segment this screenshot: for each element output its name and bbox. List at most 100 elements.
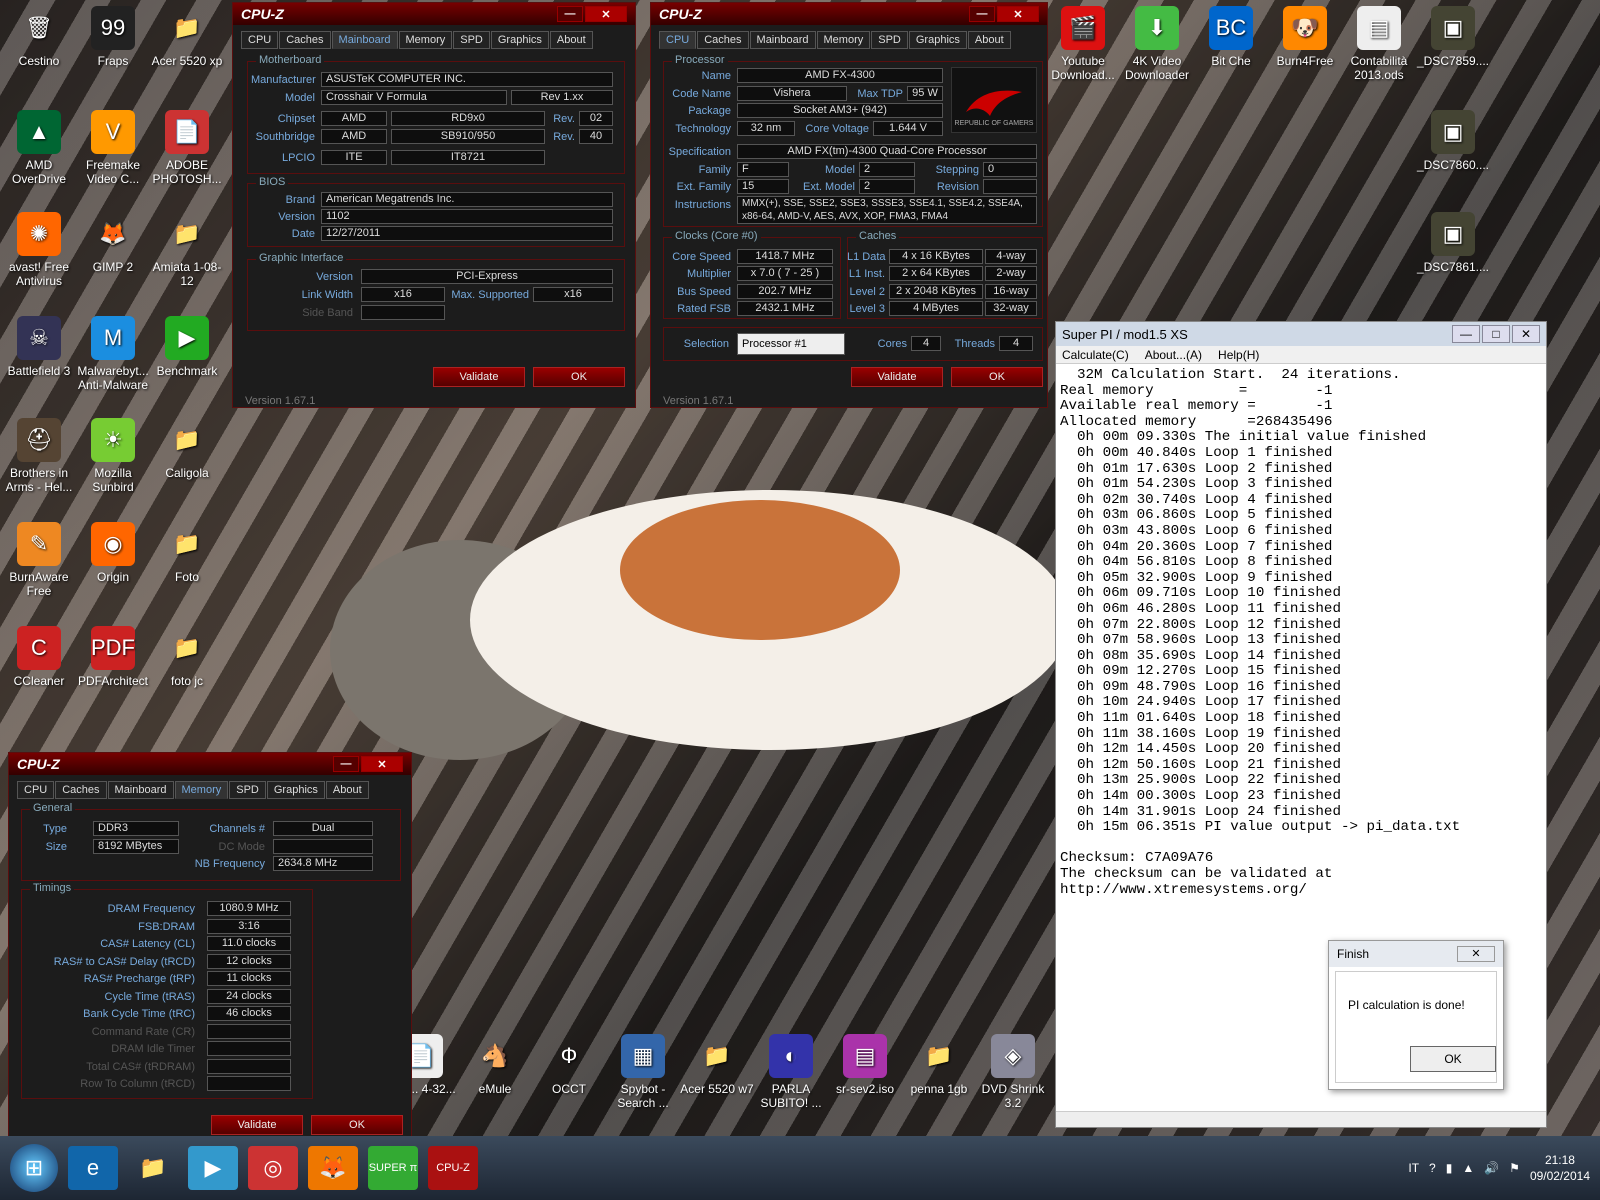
technology-label: Technology [675, 123, 731, 135]
desktop-icon[interactable]: 🦊 GIMP 2 [76, 212, 150, 274]
close-button[interactable]: ✕ [361, 756, 403, 772]
validate-button[interactable]: Validate [211, 1115, 303, 1135]
desktop-icon[interactable]: ⛑ Brothers in Arms - Hel... [2, 418, 76, 494]
desktop-icon-label: eMule [478, 1082, 512, 1096]
desktop-icon[interactable]: C CCleaner [2, 626, 76, 688]
close-button[interactable]: ✕ [585, 6, 627, 22]
desktop-icon[interactable]: ▣ _DSC7859.... [1416, 6, 1490, 68]
desktop-icon[interactable]: 📁 Acer 5520 w7 [680, 1034, 754, 1096]
tab-spd[interactable]: SPD [453, 31, 490, 49]
desktop-icon[interactable]: ▲ AMD OverDrive [2, 110, 76, 186]
desktop-icon[interactable]: ▤ Contabilità 2013.ods [1342, 6, 1416, 82]
ok-button[interactable]: OK [533, 367, 625, 387]
desktop-icon[interactable]: ▣ _DSC7860.... [1416, 110, 1490, 172]
tab-memory[interactable]: Memory [174, 781, 229, 799]
tab-graphics[interactable]: Graphics [266, 781, 325, 799]
tab-cpu[interactable]: CPU [17, 781, 55, 799]
show-hidden-icons-icon[interactable]: ▲ [1462, 1161, 1474, 1175]
desktop-icon[interactable]: 📁 Foto [150, 522, 224, 584]
desktop-icon[interactable]: V Freemake Video C... [76, 110, 150, 186]
desktop-icon[interactable]: PDF PDFArchitect [76, 626, 150, 688]
desktop-icon[interactable]: ☀ Mozilla Sunbird [76, 418, 150, 494]
tab-spd[interactable]: SPD [871, 31, 908, 49]
desktop-icon[interactable]: ☠ Battlefield 3 [2, 316, 76, 378]
desktop-icon[interactable]: ▣ _DSC7861.... [1416, 212, 1490, 274]
clock[interactable]: 21:18 09/02/2014 [1530, 1152, 1590, 1184]
desktop-icon[interactable]: M Malwarebyt... Anti-Malware [76, 316, 150, 392]
tab-cpu[interactable]: CPU [659, 31, 697, 49]
minimize-button[interactable]: — [969, 6, 995, 22]
tab-cpu[interactable]: CPU [241, 31, 279, 49]
validate-button[interactable]: Validate [433, 367, 525, 387]
ok-button[interactable]: OK [311, 1115, 403, 1135]
horizontal-scrollbar[interactable] [1056, 1111, 1546, 1127]
language-indicator[interactable]: IT [1408, 1161, 1419, 1175]
tab-mainboard[interactable]: Mainboard [107, 781, 174, 799]
action-center-icon[interactable]: ⚑ [1509, 1161, 1520, 1175]
tab-graphics[interactable]: Graphics [908, 31, 967, 49]
desktop-icon[interactable]: BC Bit Che [1194, 6, 1268, 68]
tab-about[interactable]: About [967, 31, 1011, 49]
tab-mainboard[interactable]: Mainboard [749, 31, 816, 49]
desktop-icon[interactable]: 📄 ADOBE PHOTOSH... [150, 110, 224, 186]
cpuz-taskbar-icon[interactable]: CPU-Z [428, 1146, 478, 1190]
extfamily-label: Ext. Family [676, 181, 731, 193]
explorer-icon[interactable]: 📁 [128, 1146, 178, 1190]
menu-about[interactable]: About...(A) [1145, 348, 1202, 362]
network-icon[interactable]: ▮ [1446, 1161, 1453, 1175]
desktop-icon[interactable]: ✎ BurnAware Free [2, 522, 76, 598]
tab-caches[interactable]: Caches [55, 781, 107, 799]
close-button[interactable]: ✕ [997, 6, 1039, 22]
media-player-icon[interactable]: ▶ [188, 1146, 238, 1190]
maximize-button[interactable]: □ [1482, 325, 1510, 343]
desktop-icon[interactable]: ◈ DVD Shrink 3.2 [976, 1034, 1050, 1110]
desktop-icon[interactable]: ▦ Spybot - Search ... [606, 1034, 680, 1110]
tab-about[interactable]: About [549, 31, 593, 49]
menu-help[interactable]: Help(H) [1218, 348, 1259, 362]
ok-button[interactable]: OK [1410, 1046, 1496, 1072]
desktop-icon[interactable]: ▤ sr-sev2.iso [828, 1034, 902, 1096]
desktop-icon[interactable]: 📁 foto jc [150, 626, 224, 688]
desktop-icon[interactable]: 🐴 eMule [458, 1034, 532, 1096]
desktop-icon[interactable]: 🗑 Cestino [2, 6, 76, 68]
tab-spd[interactable]: SPD [229, 781, 266, 799]
tab-about[interactable]: About [325, 781, 369, 799]
desktop-icon[interactable]: ◐ PARLA SUBITO! ... [754, 1034, 828, 1110]
start-button[interactable]: ⊞ [10, 1144, 58, 1192]
tab-memory[interactable]: Memory [398, 31, 453, 49]
timing-value: 3:16 [207, 918, 291, 934]
tab-mainboard[interactable]: Mainboard [331, 31, 398, 49]
internet-explorer-icon[interactable]: e [68, 1146, 118, 1190]
desktop-icon[interactable]: ⬇ 4K Video Downloader [1120, 6, 1194, 82]
desktop-icon[interactable]: 📁 Amiata 1-08-12 [150, 212, 224, 288]
minimize-button[interactable]: — [557, 6, 583, 22]
tab-memory[interactable]: Memory [816, 31, 871, 49]
desktop-icon[interactable]: 🐶 Burn4Free [1268, 6, 1342, 68]
tab-graphics[interactable]: Graphics [490, 31, 549, 49]
desktop-icon[interactable]: 99 Fraps [76, 6, 150, 68]
desktop-icon[interactable]: 🎬 Youtube Download... [1046, 6, 1120, 82]
help-icon[interactable]: ? [1429, 1161, 1436, 1175]
minimize-button[interactable]: — [333, 756, 359, 772]
minimize-button[interactable]: — [1452, 325, 1480, 343]
volume-icon[interactable]: 🔊 [1484, 1161, 1499, 1175]
desktop-icon[interactable]: 📁 penna 1gb [902, 1034, 976, 1096]
tab-caches[interactable]: Caches [697, 31, 749, 49]
menu-calculate[interactable]: Calculate(C) [1062, 348, 1129, 362]
firefox-icon[interactable]: 🦊 [308, 1146, 358, 1190]
close-button[interactable]: ✕ [1457, 946, 1495, 962]
desktop-icon[interactable]: Ф OCCT [532, 1034, 606, 1096]
desktop-icon[interactable]: 📁 Acer 5520 xp [150, 6, 224, 68]
processor-select[interactable]: Processor #1 [737, 333, 845, 355]
close-button[interactable]: ✕ [1512, 325, 1540, 343]
superpi-taskbar-icon[interactable]: SUPER π [368, 1146, 418, 1190]
app-icon: ▤ [1357, 6, 1401, 50]
validate-button[interactable]: Validate [851, 367, 943, 387]
ok-button[interactable]: OK [951, 367, 1043, 387]
chrome-icon[interactable]: ◎ [248, 1146, 298, 1190]
tab-caches[interactable]: Caches [279, 31, 331, 49]
desktop-icon[interactable]: 📁 Caligola [150, 418, 224, 480]
desktop-icon[interactable]: ▶ Benchmark [150, 316, 224, 378]
desktop-icon[interactable]: ✺ avast! Free Antivirus [2, 212, 76, 288]
desktop-icon[interactable]: ◉ Origin [76, 522, 150, 584]
